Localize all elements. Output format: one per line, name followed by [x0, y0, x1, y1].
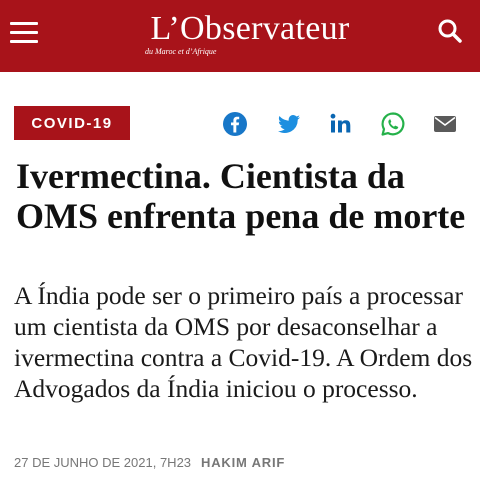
whatsapp-icon[interactable] — [380, 111, 406, 137]
email-icon[interactable] — [432, 111, 458, 137]
article-headline: Ivermectina. Cientista da OMS enfrenta p… — [16, 156, 466, 236]
category-badge[interactable]: COVID-19 — [14, 106, 130, 140]
logo-tagline: du Maroc et d’Afrique — [145, 47, 217, 56]
article-lede: A Índia pode ser o primeiro país a proce… — [14, 281, 473, 403]
site-logo[interactable]: L’Observateur du Maroc et d’Afrique — [0, 10, 480, 56]
facebook-icon[interactable] — [222, 111, 248, 137]
site-header: L’Observateur du Maroc et d’Afrique — [0, 0, 480, 72]
article-byline: 27 DE JUNHO DE 2021, 7H23 HAKIM ARIF — [14, 455, 474, 470]
article-meta-row: COVID-19 — [0, 106, 480, 142]
author-name[interactable]: HAKIM ARIF — [201, 455, 285, 470]
logo-name: L’Observateur — [150, 10, 350, 47]
publish-date: 27 DE JUNHO DE 2021, 7H23 — [14, 455, 192, 470]
twitter-icon[interactable] — [276, 111, 302, 137]
linkedin-icon[interactable] — [328, 111, 354, 137]
search-icon[interactable] — [437, 18, 463, 44]
